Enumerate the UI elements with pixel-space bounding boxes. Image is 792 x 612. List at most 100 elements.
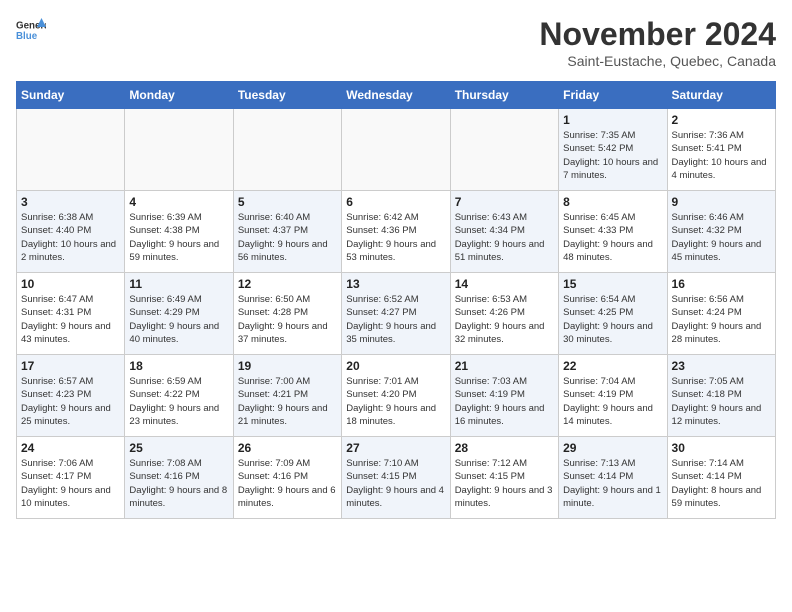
logo: General Blue [16,16,46,44]
day-number: 1 [563,113,662,127]
day-info: Sunrise: 7:00 AM Sunset: 4:21 PM Dayligh… [238,375,337,428]
calendar-cell [233,109,341,191]
calendar-cell: 23 Sunrise: 7:05 AM Sunset: 4:18 PM Dayli… [667,355,775,437]
calendar-cell: 16 Sunrise: 6:56 AM Sunset: 4:24 PM Dayli… [667,273,775,355]
calendar-cell: 21 Sunrise: 7:03 AM Sunset: 4:19 PM Dayli… [450,355,558,437]
day-info: Sunrise: 7:06 AM Sunset: 4:17 PM Dayligh… [21,457,120,510]
day-number: 3 [21,195,120,209]
calendar-cell: 8 Sunrise: 6:45 AM Sunset: 4:33 PM Daylig… [559,191,667,273]
weekday-header-thursday: Thursday [450,82,558,109]
day-number: 26 [238,441,337,455]
calendar-cell: 4 Sunrise: 6:39 AM Sunset: 4:38 PM Daylig… [125,191,233,273]
calendar-cell: 11 Sunrise: 6:49 AM Sunset: 4:29 PM Dayli… [125,273,233,355]
month-title: November 2024 [539,16,776,53]
day-number: 8 [563,195,662,209]
day-info: Sunrise: 6:54 AM Sunset: 4:25 PM Dayligh… [563,293,662,346]
day-info: Sunrise: 6:46 AM Sunset: 4:32 PM Dayligh… [672,211,771,264]
calendar-cell: 25 Sunrise: 7:08 AM Sunset: 4:16 PM Dayli… [125,437,233,519]
day-number: 24 [21,441,120,455]
day-info: Sunrise: 7:01 AM Sunset: 4:20 PM Dayligh… [346,375,445,428]
calendar-cell: 27 Sunrise: 7:10 AM Sunset: 4:15 PM Dayli… [342,437,450,519]
weekday-header-saturday: Saturday [667,82,775,109]
day-info: Sunrise: 6:38 AM Sunset: 4:40 PM Dayligh… [21,211,120,264]
day-info: Sunrise: 6:43 AM Sunset: 4:34 PM Dayligh… [455,211,554,264]
day-number: 13 [346,277,445,291]
calendar-cell: 6 Sunrise: 6:42 AM Sunset: 4:36 PM Daylig… [342,191,450,273]
calendar-cell: 9 Sunrise: 6:46 AM Sunset: 4:32 PM Daylig… [667,191,775,273]
day-number: 10 [21,277,120,291]
calendar-cell: 13 Sunrise: 6:52 AM Sunset: 4:27 PM Dayli… [342,273,450,355]
day-info: Sunrise: 6:56 AM Sunset: 4:24 PM Dayligh… [672,293,771,346]
calendar-cell: 1 Sunrise: 7:35 AM Sunset: 5:42 PM Daylig… [559,109,667,191]
title-area: November 2024 Saint-Eustache, Quebec, Ca… [539,16,776,69]
weekday-header-wednesday: Wednesday [342,82,450,109]
calendar-cell [17,109,125,191]
day-info: Sunrise: 7:36 AM Sunset: 5:41 PM Dayligh… [672,129,771,182]
day-info: Sunrise: 6:45 AM Sunset: 4:33 PM Dayligh… [563,211,662,264]
calendar-cell [125,109,233,191]
calendar-cell [342,109,450,191]
calendar-cell: 5Sunrise: 6:40 AM Sunset: 4:37 PM Daylig… [233,191,341,273]
day-number: 25 [129,441,228,455]
day-number: 15 [563,277,662,291]
day-info: Sunrise: 7:08 AM Sunset: 4:16 PM Dayligh… [129,457,228,510]
day-info: Sunrise: 6:59 AM Sunset: 4:22 PM Dayligh… [129,375,228,428]
calendar-cell: 18Sunrise: 6:59 AM Sunset: 4:22 PM Dayli… [125,355,233,437]
calendar-cell [450,109,558,191]
calendar-cell: 15 Sunrise: 6:54 AM Sunset: 4:25 PM Dayli… [559,273,667,355]
week-row-1: 3 Sunrise: 6:38 AM Sunset: 4:40 PM Daylig… [17,191,776,273]
weekday-header-sunday: Sunday [17,82,125,109]
week-row-2: 10 Sunrise: 6:47 AM Sunset: 4:31 PM Dayli… [17,273,776,355]
calendar-cell: 29 Sunrise: 7:13 AM Sunset: 4:14 PM Dayli… [559,437,667,519]
day-number: 2 [672,113,771,127]
calendar-cell: 14 Sunrise: 6:53 AM Sunset: 4:26 PM Dayli… [450,273,558,355]
weekday-header-row: SundayMondayTuesdayWednesdayThursdayFrid… [17,82,776,109]
header: General Blue November 2024 Saint-Eustach… [16,16,776,69]
calendar-cell: 28Sunrise: 7:12 AM Sunset: 4:15 PM Dayli… [450,437,558,519]
calendar-cell: 26 Sunrise: 7:09 AM Sunset: 4:16 PM Dayli… [233,437,341,519]
calendar-cell: 7 Sunrise: 6:43 AM Sunset: 4:34 PM Daylig… [450,191,558,273]
calendar-cell: 24 Sunrise: 7:06 AM Sunset: 4:17 PM Dayli… [17,437,125,519]
day-number: 12 [238,277,337,291]
day-number: 19 [238,359,337,373]
week-row-4: 24 Sunrise: 7:06 AM Sunset: 4:17 PM Dayli… [17,437,776,519]
day-number: 23 [672,359,771,373]
day-info: Sunrise: 6:39 AM Sunset: 4:38 PM Dayligh… [129,211,228,264]
calendar-cell: 3 Sunrise: 6:38 AM Sunset: 4:40 PM Daylig… [17,191,125,273]
day-info: Sunrise: 6:52 AM Sunset: 4:27 PM Dayligh… [346,293,445,346]
day-number: 17 [21,359,120,373]
weekday-header-friday: Friday [559,82,667,109]
day-number: 27 [346,441,445,455]
week-row-0: 1 Sunrise: 7:35 AM Sunset: 5:42 PM Daylig… [17,109,776,191]
day-info: Sunrise: 7:05 AM Sunset: 4:18 PM Dayligh… [672,375,771,428]
day-number: 21 [455,359,554,373]
day-number: 11 [129,277,228,291]
day-info: Sunrise: 7:12 AM Sunset: 4:15 PM Dayligh… [455,457,554,510]
day-info: Sunrise: 7:03 AM Sunset: 4:19 PM Dayligh… [455,375,554,428]
calendar-cell: 12Sunrise: 6:50 AM Sunset: 4:28 PM Dayli… [233,273,341,355]
day-number: 7 [455,195,554,209]
day-number: 29 [563,441,662,455]
day-info: Sunrise: 7:13 AM Sunset: 4:14 PM Dayligh… [563,457,662,510]
day-info: Sunrise: 7:09 AM Sunset: 4:16 PM Dayligh… [238,457,337,510]
day-number: 4 [129,195,228,209]
day-info: Sunrise: 7:14 AM Sunset: 4:14 PM Dayligh… [672,457,771,510]
calendar-cell: 10 Sunrise: 6:47 AM Sunset: 4:31 PM Dayli… [17,273,125,355]
day-info: Sunrise: 6:42 AM Sunset: 4:36 PM Dayligh… [346,211,445,264]
calendar-cell: 30Sunrise: 7:14 AM Sunset: 4:14 PM Dayli… [667,437,775,519]
day-info: Sunrise: 6:57 AM Sunset: 4:23 PM Dayligh… [21,375,120,428]
day-info: Sunrise: 7:10 AM Sunset: 4:15 PM Dayligh… [346,457,445,510]
day-number: 9 [672,195,771,209]
day-number: 16 [672,277,771,291]
weekday-header-monday: Monday [125,82,233,109]
calendar-cell: 2 Sunrise: 7:36 AM Sunset: 5:41 PM Daylig… [667,109,775,191]
day-info: Sunrise: 7:35 AM Sunset: 5:42 PM Dayligh… [563,129,662,182]
calendar-table: SundayMondayTuesdayWednesdayThursdayFrid… [16,81,776,519]
logo-icon: General Blue [16,16,46,44]
day-info: Sunrise: 6:47 AM Sunset: 4:31 PM Dayligh… [21,293,120,346]
day-info: Sunrise: 6:53 AM Sunset: 4:26 PM Dayligh… [455,293,554,346]
day-info: Sunrise: 6:49 AM Sunset: 4:29 PM Dayligh… [129,293,228,346]
day-number: 14 [455,277,554,291]
weekday-header-tuesday: Tuesday [233,82,341,109]
day-number: 6 [346,195,445,209]
